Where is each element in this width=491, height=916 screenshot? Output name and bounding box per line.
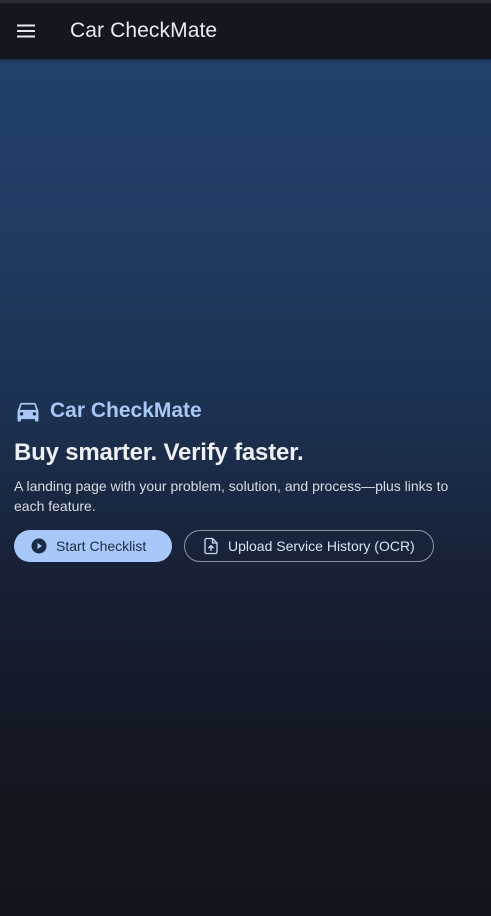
start-checklist-button[interactable]: Start Checklist	[14, 530, 172, 562]
menu-button[interactable]	[9, 14, 43, 48]
hero-section: Car CheckMate Buy smarter. Verify faster…	[14, 396, 477, 562]
menu-icon	[17, 24, 35, 38]
app-title: Car CheckMate	[70, 19, 218, 42]
top-app-bar: Car CheckMate	[0, 0, 491, 59]
file-upload-icon	[204, 537, 218, 555]
upload-service-history-label: Upload Service History (OCR)	[228, 538, 415, 554]
car-icon	[17, 402, 39, 422]
hero-actions: Start Checklist Upload Service History (…	[14, 530, 477, 562]
app-page: Car CheckMate Car CheckMate Buy smarter.…	[0, 0, 491, 916]
brand-row: Car CheckMate	[14, 396, 477, 426]
upload-service-history-button[interactable]: Upload Service History (OCR)	[184, 530, 434, 562]
hero-headline: Buy smarter. Verify faster.	[14, 439, 304, 466]
start-checklist-label: Start Checklist	[56, 538, 147, 554]
hero-subtext: A landing page with your problem, soluti…	[14, 478, 449, 514]
brand-name: Car CheckMate	[50, 399, 202, 422]
play-circle-icon	[31, 538, 47, 554]
